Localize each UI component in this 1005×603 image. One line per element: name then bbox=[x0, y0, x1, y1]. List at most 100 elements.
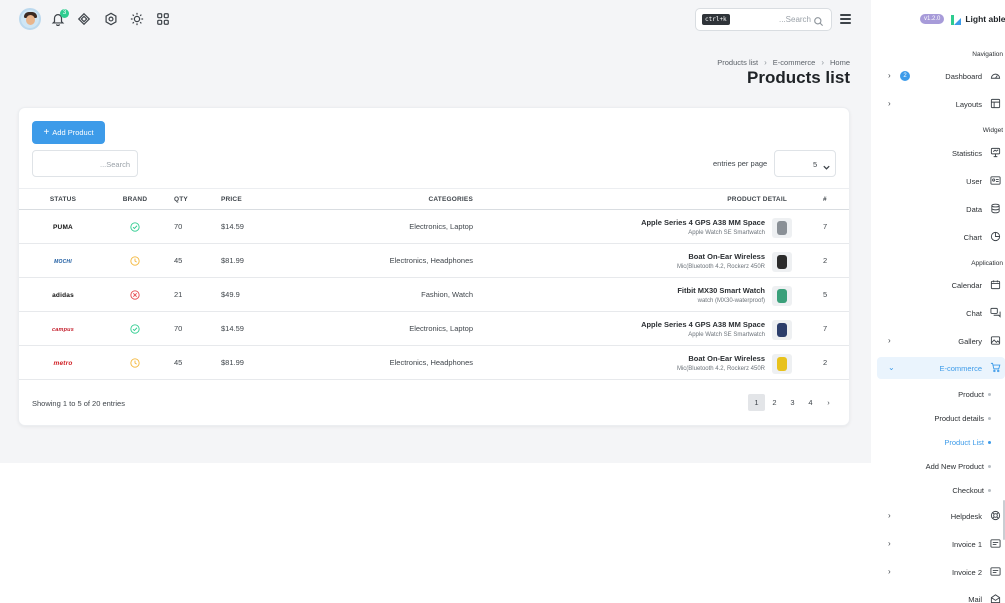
layout-icon bbox=[990, 98, 1001, 109]
product-detail-cell: Apple Series 4 GPS A38 MM Space Apple Wa… bbox=[479, 311, 809, 346]
page-3-button[interactable]: 3 bbox=[784, 394, 801, 411]
table-search-input[interactable]: ...Search bbox=[32, 150, 138, 177]
sidebar-subitem-product-list[interactable]: Product List bbox=[877, 434, 1005, 452]
status-cell bbox=[107, 277, 163, 312]
sidebar-subitem-label: Product bbox=[958, 390, 984, 399]
sidebar-subitem-checkout[interactable]: Checkout bbox=[877, 482, 1005, 500]
column-product-detail[interactable]: PRODUCT DETAIL bbox=[479, 188, 809, 210]
qty-cell: 45 bbox=[163, 243, 209, 278]
sidebar-item-layouts[interactable]: › Layouts bbox=[877, 93, 1005, 115]
sidebar-item-label: Mail bbox=[968, 595, 982, 603]
sidebar-item-mail[interactable]: Mail bbox=[877, 588, 1005, 603]
table-row[interactable]: metro 45 $81.99 Electronics, Headphones … bbox=[19, 345, 849, 380]
categories-cell: Electronics, Laptop bbox=[289, 209, 479, 244]
cart-icon bbox=[990, 362, 1001, 373]
product-image-shape bbox=[777, 255, 787, 269]
settings-icon[interactable] bbox=[104, 12, 118, 26]
table-row[interactable]: adidas 21 $49.9 Fashion, Watch Fitbit MX… bbox=[19, 277, 849, 312]
apps-grid-icon[interactable] bbox=[156, 12, 170, 26]
entries-per-page-select[interactable]: 5 bbox=[774, 150, 836, 177]
price-cell: $81.99 bbox=[209, 345, 289, 380]
table-row[interactable]: campus 70 $14.59 Electronics, Laptop App… bbox=[19, 311, 849, 346]
layers-icon[interactable] bbox=[77, 12, 91, 26]
brand-name: Light able bbox=[965, 14, 1005, 24]
qty-cell: 21 bbox=[163, 277, 209, 312]
product-name[interactable]: Apple Series 4 GPS A38 MM Space bbox=[479, 320, 765, 329]
sidebar-item-invoice-2[interactable]: › Invoice 2 bbox=[877, 561, 1005, 583]
brand-cell: campus bbox=[19, 311, 107, 346]
row-number-cell: 2 bbox=[809, 243, 849, 278]
check-circle-icon bbox=[130, 221, 140, 232]
sidebar-subitem-label: Checkout bbox=[952, 486, 984, 495]
sidebar-item-chart[interactable]: Chart bbox=[877, 226, 1005, 248]
sidebar-item-label: Gallery bbox=[958, 337, 982, 346]
price-cell: $81.99 bbox=[209, 243, 289, 278]
table-row[interactable]: PUMA 70 $14.59 Electronics, Laptop Apple… bbox=[19, 209, 849, 244]
sidebar-subitem-product-details[interactable]: Product details bbox=[877, 410, 1005, 428]
product-name[interactable]: Boat On-Ear Wireless bbox=[479, 354, 765, 363]
sidebar-subitem-label: Product List bbox=[944, 438, 984, 447]
product-image-shape bbox=[777, 221, 787, 235]
sidebar-item-gallery[interactable]: › Gallery bbox=[877, 330, 1005, 352]
sidebar-item-label: Helpdesk bbox=[950, 512, 982, 521]
sidebar-item-data[interactable]: Data bbox=[877, 198, 1005, 220]
breadcrumb-products-list[interactable]: Products list bbox=[717, 58, 758, 67]
product-subtitle: watch (MX30-waterproof) bbox=[697, 297, 765, 304]
page-4-button[interactable]: 4 bbox=[802, 394, 819, 411]
search-shortcut-badge: ctrl+k bbox=[702, 14, 730, 25]
product-name[interactable]: Apple Series 4 GPS A38 MM Space bbox=[479, 218, 765, 227]
status-cell bbox=[107, 243, 163, 278]
column-status[interactable]: STATUS bbox=[19, 188, 107, 210]
sidebar-item-ecommerce[interactable]: ⌄ E-commerce bbox=[877, 357, 1005, 379]
product-name[interactable]: Fitbit MX30 Smart Watch bbox=[479, 286, 765, 295]
sidebar-item-label: Chart bbox=[963, 233, 982, 242]
sidebar-item-label: Invoice 1 bbox=[951, 540, 982, 549]
sidebar-item-chat[interactable]: Chat bbox=[877, 302, 1005, 324]
lifebuoy-icon bbox=[990, 510, 1001, 521]
menu-toggle-button[interactable] bbox=[840, 14, 851, 24]
chevron-right-icon: › bbox=[821, 58, 824, 67]
column-qty[interactable]: QTY bbox=[163, 188, 209, 210]
sidebar-subitem-add-new-product[interactable]: Add New Product bbox=[877, 458, 1005, 476]
sidebar-subitem-label: Product details bbox=[934, 414, 984, 423]
breadcrumb-ecommerce[interactable]: E-commerce bbox=[773, 58, 816, 67]
breadcrumb-home[interactable]: Home bbox=[830, 58, 850, 67]
sidebar-item-calendar[interactable]: Calendar bbox=[877, 274, 1005, 296]
user-card-icon bbox=[990, 175, 1001, 186]
qty-cell: 45 bbox=[163, 345, 209, 380]
sidebar-item-dashboard[interactable]: › 2 Dashboard bbox=[877, 65, 1005, 87]
dashboard-badge: 2 bbox=[900, 71, 910, 81]
column-categories[interactable]: CATEGORIES bbox=[289, 188, 479, 210]
row-number-cell: 7 bbox=[809, 209, 849, 244]
page-2-button[interactable]: 2 bbox=[766, 394, 783, 411]
add-product-button[interactable]: + Add Product bbox=[32, 121, 105, 144]
column-number[interactable]: # bbox=[809, 188, 849, 210]
column-price[interactable]: PRICE bbox=[209, 188, 289, 210]
global-search-input[interactable]: ctrl+k ...Search bbox=[695, 8, 832, 31]
next-page-button[interactable]: › bbox=[820, 394, 837, 411]
table-row[interactable]: MOCHI 45 $81.99 Electronics, Headphones … bbox=[19, 243, 849, 278]
sidebar-item-invoice-1[interactable]: › Invoice 1 bbox=[877, 533, 1005, 555]
sidebar-brand[interactable]: v1.2.0 Light able bbox=[920, 11, 1005, 27]
sidebar-item-statistics[interactable]: Statistics bbox=[877, 142, 1005, 164]
product-thumbnail bbox=[772, 320, 792, 340]
brand-cell: adidas bbox=[19, 277, 107, 312]
row-number-cell: 7 bbox=[809, 311, 849, 346]
categories-cell: Electronics, Headphones bbox=[289, 243, 479, 278]
user-avatar[interactable] bbox=[19, 8, 41, 30]
status-cell bbox=[107, 209, 163, 244]
sidebar-subitem-label: Add New Product bbox=[925, 462, 984, 471]
section-application: Application bbox=[971, 260, 1003, 267]
sidebar-item-helpdesk[interactable]: › Helpdesk bbox=[877, 505, 1005, 527]
chevron-right-icon: › bbox=[764, 58, 767, 67]
sidebar-subitem-product[interactable]: Product bbox=[877, 386, 1005, 404]
brand-logo: metro bbox=[53, 360, 73, 367]
page-1-button[interactable]: 1 bbox=[748, 394, 765, 411]
product-subtitle: Apple Watch SE Smartwatch bbox=[688, 229, 765, 236]
brand-cell: PUMA bbox=[19, 209, 107, 244]
sun-icon[interactable] bbox=[130, 12, 144, 26]
sidebar-item-user[interactable]: User bbox=[877, 170, 1005, 192]
sidebar-item-label: User bbox=[966, 177, 982, 186]
product-name[interactable]: Boat On-Ear Wireless bbox=[479, 252, 765, 261]
column-brand[interactable]: BRAND bbox=[107, 188, 163, 210]
